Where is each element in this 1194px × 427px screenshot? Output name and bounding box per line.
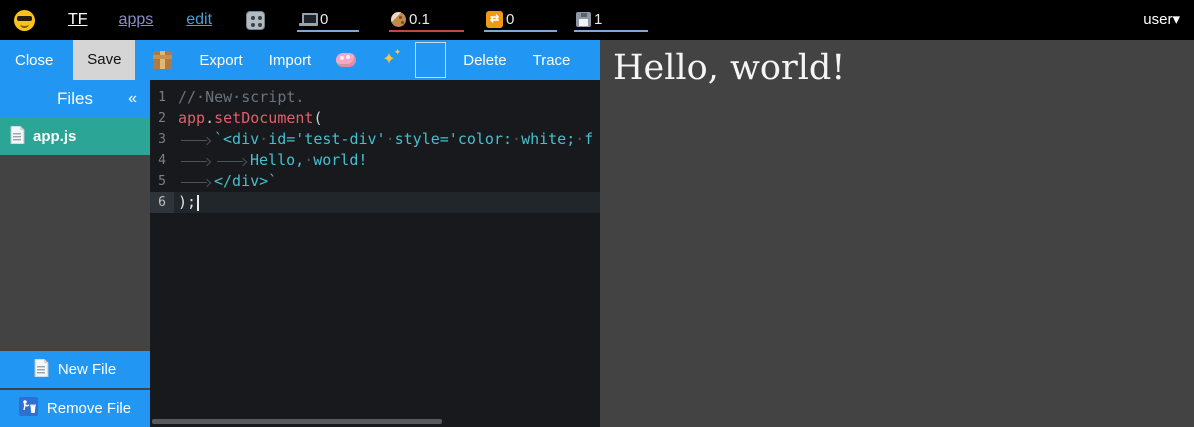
floppy-icon: [576, 12, 591, 27]
code-line: 6);: [150, 192, 600, 213]
import-button[interactable]: Import: [269, 52, 312, 69]
new-file-button[interactable]: New File: [0, 351, 150, 388]
topbar-link-apps[interactable]: apps: [119, 11, 154, 29]
stat-floppy[interactable]: 1: [574, 8, 648, 32]
user-menu[interactable]: user▾: [1143, 0, 1180, 40]
line-number: 1: [150, 87, 174, 108]
stat-cookie[interactable]: 0.1: [389, 8, 464, 32]
soap-icon[interactable]: [336, 53, 356, 67]
collapse-sidebar-icon[interactable]: «: [128, 80, 137, 118]
code-token: `<div: [214, 130, 259, 148]
preview-hello-text: Hello, world!: [613, 48, 845, 88]
stat-laptop[interactable]: 0: [297, 8, 359, 32]
file-name: app.js: [33, 128, 76, 145]
delete-button[interactable]: Delete: [463, 52, 506, 69]
code-token: (: [313, 109, 322, 127]
code-token: //·New·script.: [178, 88, 304, 106]
code-token: .: [205, 109, 214, 127]
files-header: Files «: [0, 80, 150, 118]
code-line: 2app.setDocument(: [150, 108, 600, 129]
package-icon[interactable]: [153, 51, 172, 69]
export-button[interactable]: Export: [199, 52, 242, 69]
line-content: </div>`: [174, 171, 600, 192]
tab-invisible-icon: [178, 152, 214, 170]
line-number: 3: [150, 129, 174, 150]
line-number: 2: [150, 108, 174, 129]
stat-repeat[interactable]: 0: [484, 8, 557, 32]
files-sidebar: Files « app.js New File Remove File: [0, 80, 150, 427]
cookie-icon: [391, 12, 406, 27]
code-token: Hello,: [250, 151, 304, 169]
code-token: ·: [512, 130, 521, 148]
code-token: white;: [521, 130, 575, 148]
sidebar-spacer: [0, 155, 150, 349]
code-editor[interactable]: 1//·New·script.2app.setDocument(3`<div·i…: [150, 80, 600, 427]
code-token: </div>`: [214, 172, 277, 190]
code-token: f: [584, 130, 593, 148]
action-label: New File: [58, 361, 116, 378]
topbar-link-edit[interactable]: edit: [186, 11, 212, 29]
save-button[interactable]: Save: [73, 40, 135, 80]
repeat-icon: [486, 11, 503, 28]
line-content: app.setDocument(: [174, 108, 600, 129]
laptop-icon: [299, 13, 317, 26]
tab-invisible-icon: [178, 131, 214, 149]
text-cursor: [197, 195, 199, 211]
line-number: 5: [150, 171, 174, 192]
topbar-link-tf[interactable]: TF: [68, 11, 88, 29]
dice-four-icon[interactable]: [246, 11, 265, 30]
top-bar: TF apps edit 0 0.1 0 1 user▾: [0, 0, 1194, 40]
trace-button[interactable]: Trace: [533, 52, 571, 69]
horizontal-scrollbar[interactable]: [152, 419, 442, 424]
new-file-icon: [34, 359, 49, 381]
file-item-app.js[interactable]: app.js: [0, 118, 150, 155]
remove-file-button[interactable]: Remove File: [0, 390, 150, 427]
close-button[interactable]: Close: [15, 52, 53, 69]
code-token: ·: [259, 130, 268, 148]
code-token: );: [178, 193, 196, 211]
file-icon: [10, 126, 25, 148]
code-token: ·: [386, 130, 395, 148]
code-token: app: [178, 109, 205, 127]
code-line: 5 </div>`: [150, 171, 600, 192]
code-token: id='test-div': [268, 130, 385, 148]
stat-value: 1: [594, 11, 602, 28]
top-bar-left: TF apps edit 0 0.1 0 1: [0, 8, 648, 32]
remove-file-icon: [19, 397, 38, 420]
code-token: ·: [304, 151, 313, 169]
line-content: //·New·script.: [174, 87, 600, 108]
code-token: world!: [313, 151, 367, 169]
code-line: 4Hello,·world!: [150, 150, 600, 171]
code-line: 3`<div·id='test-div'·style='color:·white…: [150, 129, 600, 150]
line-content: `<div·id='test-div'·style='color:·white;…: [174, 129, 600, 150]
preview-pane: Hello, world!: [600, 40, 1194, 427]
stat-value: 0.1: [409, 11, 430, 28]
code-line: 1//·New·script.: [150, 87, 600, 108]
code-token: style='color:: [395, 130, 512, 148]
line-number: 4: [150, 150, 174, 171]
tab-invisible-icon: [214, 152, 250, 170]
tab-invisible-icon: [178, 173, 214, 191]
code-token: setDocument: [214, 109, 313, 127]
line-content: );: [174, 192, 600, 213]
stat-value: 0: [506, 11, 514, 28]
line-number: 6: [150, 192, 174, 213]
stat-value: 0: [320, 11, 328, 28]
empty-toolbar-button[interactable]: [415, 42, 446, 78]
sparkles-icon[interactable]: [379, 50, 401, 70]
sunglasses-face-icon[interactable]: [14, 10, 35, 31]
editor-toolbar: Close Save Export Import Delete Trace: [0, 40, 600, 80]
files-title: Files: [57, 89, 93, 109]
action-label: Remove File: [47, 400, 131, 417]
app-window: TF apps edit 0 0.1 0 1 user▾ Close Save Export…: [0, 0, 1194, 427]
line-content: Hello,·world!: [174, 150, 600, 171]
code-lines: 1//·New·script.2app.setDocument(3`<div·i…: [150, 80, 600, 213]
code-token: ·: [575, 130, 584, 148]
